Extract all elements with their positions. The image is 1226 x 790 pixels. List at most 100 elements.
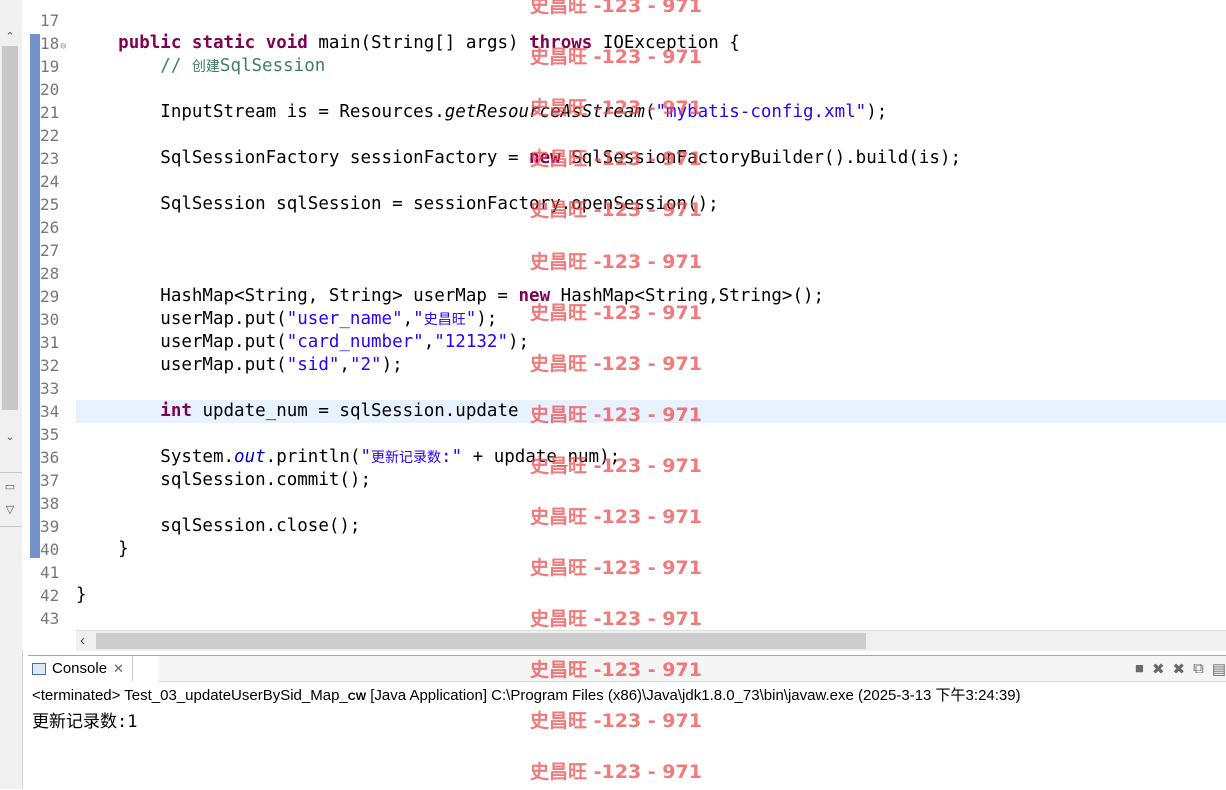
fold-toggle-icon[interactable]: ⊖ [60,41,66,52]
code-line[interactable] [76,9,1226,32]
code-line[interactable]: sqlSession.commit(); [76,469,1226,492]
code-token: userMap.put( [76,332,287,352]
code-line[interactable]: sqlSession.close(); [76,515,1226,538]
code-token: SqlSession [219,56,326,76]
code-token: getResourceAsStream [444,102,645,122]
line-number: 33 [40,377,70,400]
code-line[interactable] [76,423,1226,446]
scroll-left-icon[interactable]: ‹ [80,632,85,649]
code-token: SqlSession sqlSession = sessionFactory.o… [76,194,719,214]
status-suffix: [Java Application] C:\Program Files (x86… [366,687,1021,704]
line-number-text: 19 [40,57,60,76]
code-token: ); [476,309,498,329]
console-view: Console ✕ ■ ✖ ✖ ⧉ ▤ <terminated> Test_03… [28,655,1226,790]
code-editor[interactable]: 17 18⊖ 19 20 21 22 23 24 25 26 27 28 29 30 31 32 33 34 35 3… [22,0,1226,651]
code-line[interactable]: userMap.put("sid","2"); [76,354,1226,377]
code-line[interactable]: InputStream is = Resources.getResourceAs… [76,101,1226,124]
console-output[interactable]: 更新记录数:1 [32,707,137,732]
copy-icon[interactable]: ⧉ [1193,660,1204,678]
line-number-text: 17 [40,11,60,30]
line-number-text: 29 [40,287,60,306]
restore-icon[interactable]: ▭ [3,480,17,494]
code-line[interactable] [76,216,1226,239]
line-number: 34 [40,400,70,423]
code-token: public [118,33,182,53]
code-area[interactable]: public static void main(String[] args) t… [76,0,1226,630]
code-token: , [402,309,414,329]
code-line[interactable]: System.out.println("更新记录数:" + update_num… [76,446,1226,469]
line-number: 38 [40,492,70,515]
code-token: " [413,309,424,329]
code-token: userMap.put( [76,309,287,329]
code-token: static [191,33,256,53]
code-line[interactable] [76,262,1226,285]
line-number-gutter: 17 18⊖ 19 20 21 22 23 24 25 26 27 28 29 30 31 32 33 34 35 3… [22,0,74,630]
code-token: throws [529,33,593,53]
code-line[interactable] [76,170,1226,193]
code-token: " [360,447,372,467]
code-token: InputStream is = Resources. [76,102,445,122]
code-token: ); [381,355,403,375]
code-line[interactable] [76,607,1226,630]
line-number-text: 20 [40,80,60,99]
code-line[interactable]: // 创建SqlSession [76,55,1226,78]
code-token: System. [76,447,235,467]
line-number-text: 32 [40,356,60,375]
code-line[interactable] [76,78,1226,101]
line-number-text: 38 [40,494,60,513]
line-number: 21 [40,101,70,124]
code-token: "12132" [434,332,508,352]
line-number: 28 [40,262,70,285]
line-number: 27 [40,239,70,262]
line-number-text: 36 [40,448,60,467]
view-menu-icon[interactable]: ▽ [3,503,17,517]
code-token: new [518,286,551,306]
code-token: sqlSession.close(); [76,516,361,536]
tab-console[interactable]: Console ✕ [28,656,133,681]
remove-launch-icon[interactable]: ✖ [1152,660,1165,678]
line-number: 25 [40,193,70,216]
code-token: new [529,148,561,168]
close-icon[interactable]: ✕ [113,661,124,677]
vertical-scrollbar[interactable] [2,46,18,410]
code-line[interactable]: SqlSessionFactory sessionFactory = new S… [76,147,1226,170]
console-tabbar: ■ ✖ ✖ ⧉ ▤ [158,656,1226,682]
line-number: 40 [40,538,70,561]
code-line[interactable]: public static void main(String[] args) t… [76,32,1226,55]
code-line[interactable] [76,124,1226,147]
line-number: 41 [40,561,70,584]
code-line[interactable] [76,561,1226,584]
code-token: } [76,585,87,605]
code-token: sqlSession.commit(); [76,470,372,490]
line-number-text: 40 [40,540,60,559]
scrollbar-thumb[interactable] [96,633,866,649]
code-line[interactable] [76,239,1226,262]
code-line[interactable]: HashMap<String, String> userMap = new Ha… [76,285,1226,308]
code-line-current[interactable]: int update_num = sqlSession.update [76,400,1226,423]
code-token: 更新记录数 [371,450,442,466]
code-line[interactable]: SqlSession sqlSession = sessionFactory.o… [76,193,1226,216]
code-line[interactable]: userMap.put("card_number","12132"); [76,331,1226,354]
code-line[interactable] [76,377,1226,400]
console-icon [32,662,46,675]
code-token: " [465,309,477,329]
scroll-up-icon[interactable]: ⌃ [3,30,17,44]
line-number: 22 [40,124,70,147]
code-token: "mybatis-config.xml" [655,102,867,122]
code-line[interactable] [76,492,1226,515]
display-console-icon[interactable]: ▤ [1212,660,1226,678]
terminate-icon[interactable]: ■ [1135,660,1144,678]
code-token: HashMap<String, String> userMap = [76,286,519,306]
code-token: "card_number" [286,332,424,352]
scroll-down-icon[interactable]: ⌄ [3,430,17,444]
code-line[interactable]: userMap.put("user_name","史昌旺"); [76,308,1226,331]
horizontal-scrollbar[interactable]: ‹ [76,630,1226,651]
code-token: "user_name" [286,309,403,329]
remove-all-terminated-icon[interactable]: ✖ [1173,660,1186,678]
code-token: , [423,332,435,352]
code-line[interactable]: } [76,584,1226,607]
code-line[interactable]: } [76,538,1226,561]
line-number: 32 [40,354,70,377]
code-token: } [76,539,129,559]
